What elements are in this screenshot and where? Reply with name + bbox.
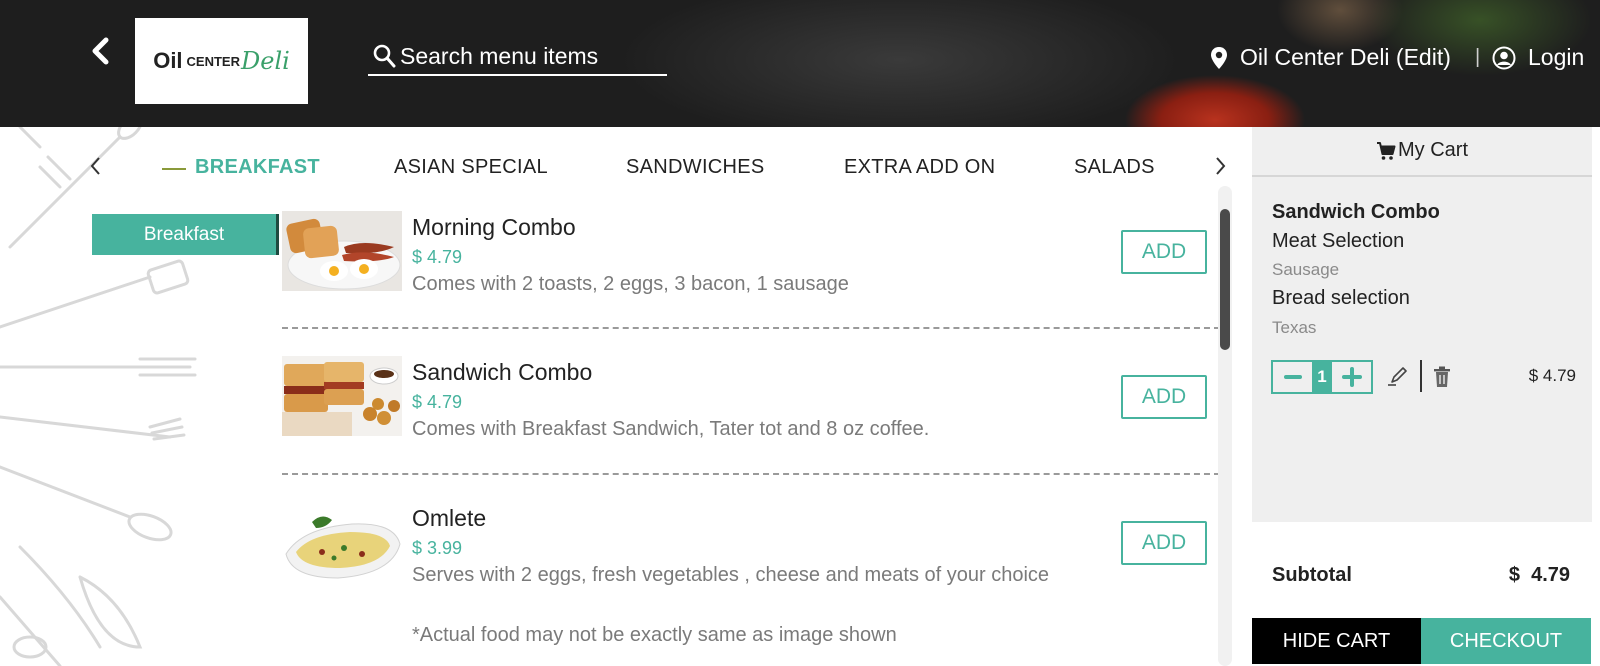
item-description: Serves with 2 eggs, fresh vegetables , c… — [412, 564, 1050, 586]
menu-item: Morning Combo $ 4.79 Comes with 2 toasts… — [282, 210, 1210, 310]
brand-logo[interactable]: Oil CENTER Deli — [135, 18, 308, 104]
active-tab-indicator — [162, 168, 186, 170]
tab-asian-special[interactable]: ASIAN SPECIAL — [394, 156, 548, 179]
location-selector[interactable]: Oil Center Deli (Edit) — [1210, 44, 1451, 71]
cart-title: My Cart — [1252, 139, 1592, 162]
item-name: Morning Combo — [412, 214, 576, 240]
logo-text-deli: Deli — [241, 47, 290, 75]
map-pin-icon — [1211, 46, 1227, 69]
search-input[interactable]: Search menu items — [368, 38, 667, 76]
cart-option-value: Sausage — [1272, 260, 1340, 279]
cart-option-label: Meat Selection — [1272, 230, 1405, 252]
tab-extra-add-on[interactable]: EXTRA ADD ON — [844, 156, 995, 179]
utensils-decoration — [0, 127, 197, 666]
morning-combo-image — [282, 211, 402, 291]
item-price: $ 4.79 — [412, 247, 463, 267]
sidebar-item-breakfast[interactable]: Breakfast — [92, 214, 279, 255]
item-note: *Actual food may not be exactly same as … — [412, 624, 897, 646]
increase-quantity-button[interactable] — [1332, 362, 1371, 392]
add-button[interactable]: ADD — [1121, 375, 1207, 419]
cart-action-separator — [1420, 360, 1422, 392]
menu-scrollbar-thumb[interactable] — [1220, 209, 1230, 350]
cart-option-label: Bread selection — [1272, 287, 1410, 309]
tab-sandwiches[interactable]: SANDWICHES — [626, 156, 765, 179]
pencil-icon[interactable] — [1386, 364, 1410, 388]
quantity-value: 1 — [1312, 362, 1332, 392]
item-price: $ 3.99 — [412, 538, 463, 558]
item-description: Comes with Breakfast Sandwich, Tater tot… — [412, 418, 930, 440]
quantity-stepper: 1 — [1271, 360, 1373, 394]
shopping-cart-icon — [1377, 141, 1396, 160]
cart-divider — [1252, 175, 1592, 177]
back-button[interactable] — [86, 34, 116, 68]
item-price: $ 4.79 — [412, 392, 463, 412]
plus-icon — [1341, 367, 1362, 387]
item-name: Sandwich Combo — [412, 359, 593, 385]
decrease-quantity-button[interactable] — [1273, 362, 1312, 392]
menu-item: Sandwich Combo $ 4.79 Comes with Breakfa… — [282, 355, 1210, 455]
cart-item-price: $ 4.79 — [1528, 366, 1576, 385]
add-button[interactable]: ADD — [1121, 521, 1207, 565]
location-label: Oil Center Deli (Edit) — [1240, 44, 1451, 70]
chevron-left-icon — [92, 37, 109, 65]
item-description: Comes with 2 toasts, 2 eggs, 3 bacon, 1 … — [412, 273, 849, 295]
checkout-button[interactable]: CHECKOUT — [1421, 618, 1591, 664]
add-button[interactable]: ADD — [1121, 230, 1207, 274]
item-name: Omlete — [412, 505, 487, 531]
search-icon — [373, 44, 396, 68]
logo-text-oil: Oil — [153, 48, 183, 73]
cart-title-label: My Cart — [1398, 139, 1468, 161]
header-separator: | — [1475, 46, 1481, 68]
item-divider — [282, 327, 1220, 329]
menu-item: Omlete $ 3.99 Serves with 2 eggs, fresh … — [282, 501, 1210, 666]
cart-item-name: Sandwich Combo — [1272, 201, 1440, 223]
search-placeholder: Search menu items — [400, 42, 599, 69]
hide-cart-button[interactable]: HIDE CART — [1252, 618, 1421, 664]
tab-breakfast[interactable]: BREAKFAST — [195, 156, 320, 179]
tabs-scroll-right-icon[interactable] — [1212, 154, 1228, 178]
header-bar: Oil CENTER Deli Search menu items Oil Ce… — [0, 0, 1600, 127]
trash-icon[interactable] — [1432, 365, 1452, 389]
login-label: Login — [1528, 44, 1585, 70]
cart-panel: My Cart Sandwich Combo Meat Selection Sa… — [1252, 127, 1592, 522]
user-circle-icon — [1492, 46, 1516, 69]
minus-icon — [1283, 375, 1302, 379]
tab-salads[interactable]: SALADS — [1074, 156, 1155, 179]
logo-text-center: CENTER — [186, 53, 240, 69]
sandwich-combo-image — [282, 356, 402, 436]
subtotal-label: Subtotal — [1272, 564, 1352, 586]
login-button[interactable]: Login — [1492, 44, 1584, 71]
cart-option-value: Texas — [1272, 318, 1317, 337]
item-divider — [282, 473, 1220, 475]
omlete-image — [282, 508, 402, 588]
subtotal-value: $ 4.79 — [1508, 564, 1570, 586]
tabs-scroll-left-icon[interactable] — [88, 154, 104, 178]
